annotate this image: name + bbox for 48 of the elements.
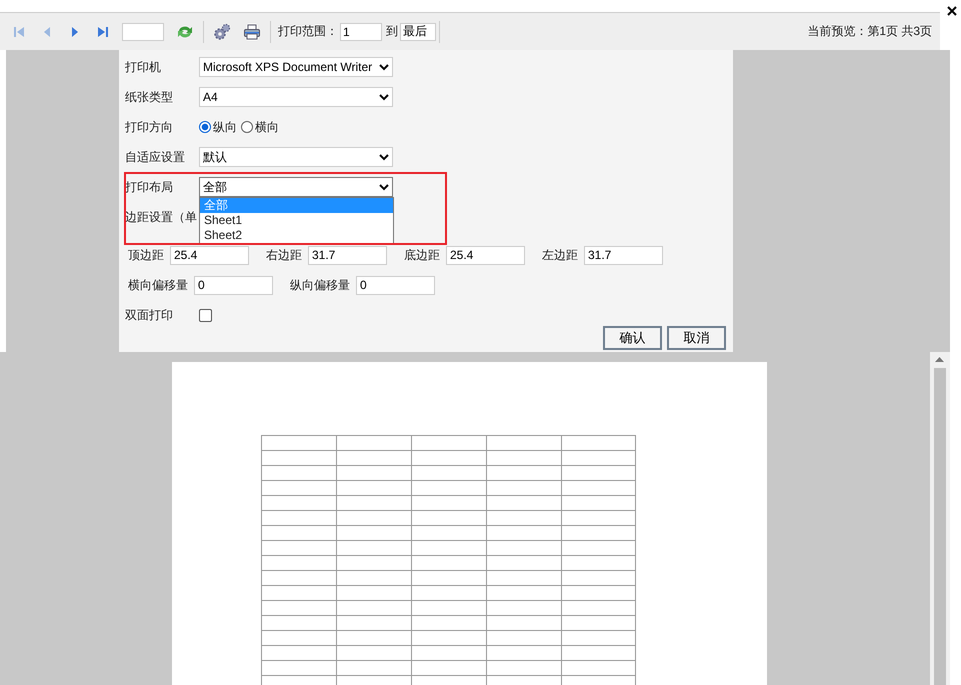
field-label: 底边距	[404, 246, 440, 264]
scrollbar[interactable]	[930, 352, 950, 685]
number-field[interactable]: 0	[356, 276, 435, 294]
checkbox[interactable]	[199, 308, 212, 322]
caret-icon	[379, 154, 389, 160]
radio-label: 横向	[255, 118, 279, 136]
field-label: 打印机	[125, 58, 162, 76]
field-label: 自适应设置	[125, 148, 186, 166]
number-field[interactable]: 31.7	[584, 246, 663, 264]
field-label: 边距设置（单	[125, 208, 197, 226]
range-to-label: 到	[386, 23, 398, 40]
number-field[interactable]: 25.4	[170, 246, 249, 264]
range-from-field[interactable]: 1	[340, 22, 382, 40]
radio-label: 纵向	[213, 118, 237, 136]
print-range-label: 打印范围：	[278, 23, 338, 40]
select-dropdown[interactable]: 全部	[199, 177, 393, 197]
scroll-thumb[interactable]	[934, 368, 946, 685]
print-button[interactable]	[243, 22, 261, 40]
field-label: 横向偏移量	[128, 276, 188, 294]
field-label: 顶边距	[128, 246, 164, 264]
select-dropdown[interactable]: Microsoft XPS Document Writer	[199, 57, 393, 77]
caret-icon	[379, 64, 389, 70]
page-number-field[interactable]	[122, 22, 164, 40]
field-label: 双面打印	[125, 306, 174, 324]
settings-button[interactable]	[213, 22, 231, 40]
number-field[interactable]: 31.7	[308, 246, 387, 264]
field-label: 右边距	[266, 246, 302, 264]
scroll-up-icon[interactable]	[935, 356, 944, 362]
select-dropdown[interactable]: 默认	[199, 147, 393, 167]
radio-button[interactable]	[199, 121, 211, 133]
caret-icon	[379, 94, 389, 100]
radio-button[interactable]	[241, 121, 253, 133]
number-field[interactable]: 0	[194, 276, 273, 294]
field-label: 打印方向	[125, 118, 174, 136]
dropdown-option[interactable]: Sheet1	[200, 213, 393, 228]
field-label: 纵向偏移量	[290, 276, 350, 294]
refresh-button[interactable]	[176, 24, 194, 40]
field-label: 纸张类型	[125, 88, 174, 106]
dropdown-option[interactable]: Sheet2	[200, 228, 393, 243]
field-label: 左边距	[542, 246, 578, 264]
cancel-button[interactable]: 取消	[667, 326, 726, 350]
number-field[interactable]: 25.4	[446, 246, 525, 264]
preview-status: 当前预览：第1页 共3页	[807, 23, 932, 40]
caret-icon	[379, 184, 389, 190]
select-dropdown[interactable]: A4	[199, 87, 393, 107]
close-icon[interactable]	[946, 5, 958, 17]
confirm-button[interactable]: 确认	[603, 326, 662, 350]
range-to-field[interactable]: 最后	[400, 22, 436, 40]
